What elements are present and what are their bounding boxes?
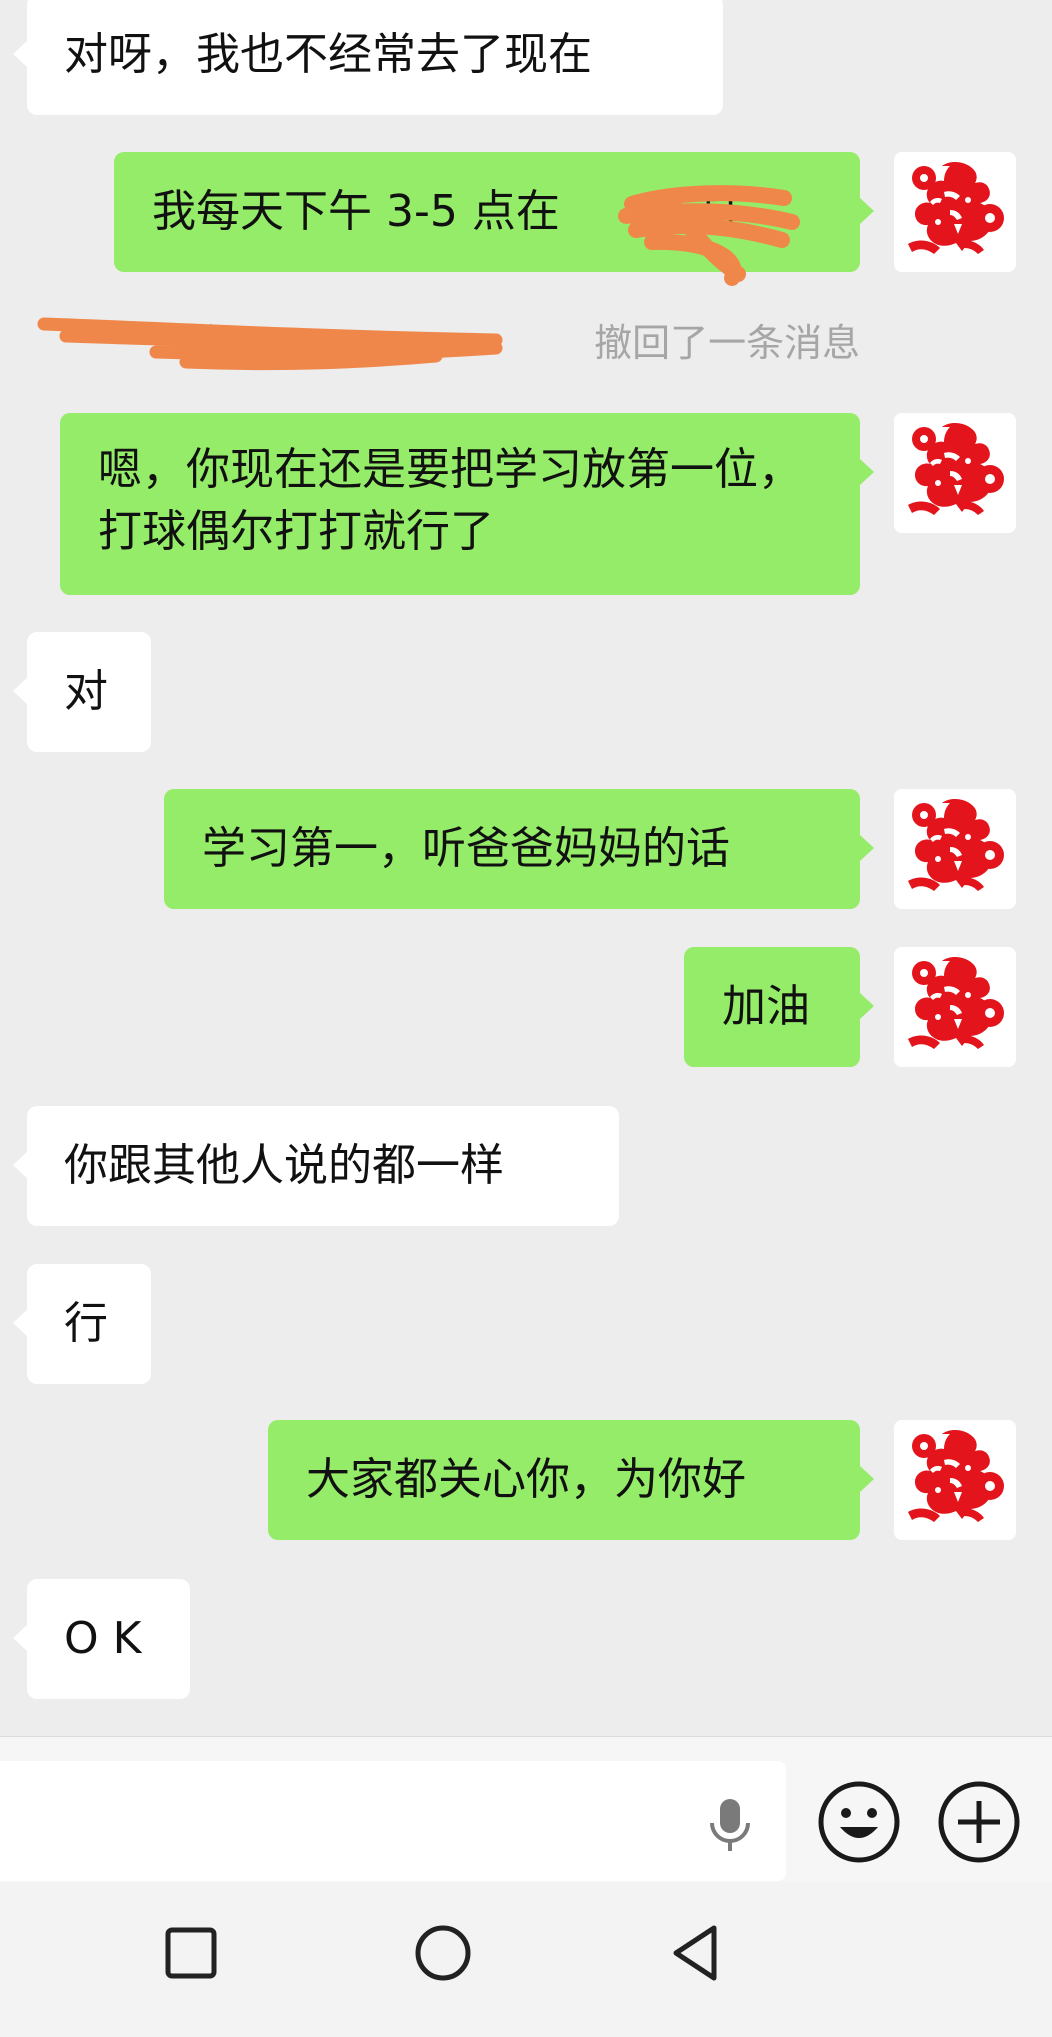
message-text: 对 [64, 666, 108, 717]
message-text-tail: 打 [697, 186, 742, 237]
input-bar [0, 1736, 1052, 1882]
chat-area[interactable]: 对呀，我也不经常去了现在 我每天下午 3-5 点在 打 启 撤回了一条消息 嗯，… [0, 0, 1052, 1736]
incoming-message-bubble[interactable]: 你跟其他人说的都一样 [13, 1106, 619, 1226]
incoming-message-bubble[interactable]: 对 [13, 632, 151, 752]
back-icon[interactable] [662, 1918, 732, 1988]
outgoing-message-bubble[interactable]: 嗯，你现在还是要把学习放第一位，打球偶尔打打就行了 [60, 413, 874, 595]
avatar[interactable] [894, 789, 1016, 909]
avatar[interactable] [894, 152, 1016, 272]
avatar[interactable] [894, 947, 1016, 1067]
message-text: 我每天下午 3-5 点在 [152, 186, 560, 237]
plus-icon[interactable] [936, 1779, 1022, 1865]
outgoing-message-bubble[interactable]: 我每天下午 3-5 点在 打 [114, 152, 874, 272]
outgoing-message-bubble[interactable]: 大家都关心你，为你好 [268, 1420, 874, 1540]
emoji-icon[interactable] [816, 1779, 902, 1865]
message-text: O K [64, 1613, 142, 1664]
avatar[interactable] [894, 1420, 1016, 1540]
outgoing-message-bubble[interactable]: 加油 [684, 947, 874, 1067]
message-input[interactable] [0, 1761, 786, 1881]
papercut-avatar-image [894, 789, 1016, 909]
recent-apps-icon[interactable] [156, 1918, 226, 1988]
papercut-avatar-image [894, 152, 1016, 272]
papercut-avatar-image [894, 947, 1016, 1067]
message-text: 学习第一，听爸爸妈妈的话 [202, 823, 730, 874]
home-icon[interactable] [408, 1918, 478, 1988]
outgoing-message-bubble[interactable]: 学习第一，听爸爸妈妈的话 [164, 789, 874, 909]
papercut-avatar-image [894, 1420, 1016, 1540]
recall-sender-name-fragment: 启 [191, 321, 230, 365]
message-text: 嗯，你现在还是要把学习放第一位，打球偶尔打打就行了 [98, 444, 802, 557]
system-navigation-bar [0, 1882, 1052, 2037]
message-text: 加油 [722, 981, 810, 1032]
incoming-message-bubble[interactable]: 行 [13, 1264, 151, 1384]
incoming-message-bubble[interactable]: O K [13, 1579, 190, 1699]
message-text: 对呀，我也不经常去了现在 [64, 29, 592, 80]
mic-icon[interactable] [704, 1795, 756, 1855]
message-text: 行 [64, 1298, 108, 1349]
message-text: 你跟其他人说的都一样 [64, 1140, 504, 1191]
recall-notice: 启 撤回了一条消息 [0, 312, 1052, 367]
papercut-avatar-image [894, 413, 1016, 533]
recall-text: 撤回了一条消息 [594, 321, 861, 365]
incoming-message-bubble[interactable]: 对呀，我也不经常去了现在 [13, 0, 723, 115]
avatar[interactable] [894, 413, 1016, 533]
message-text: 大家都关心你，为你好 [306, 1454, 746, 1505]
